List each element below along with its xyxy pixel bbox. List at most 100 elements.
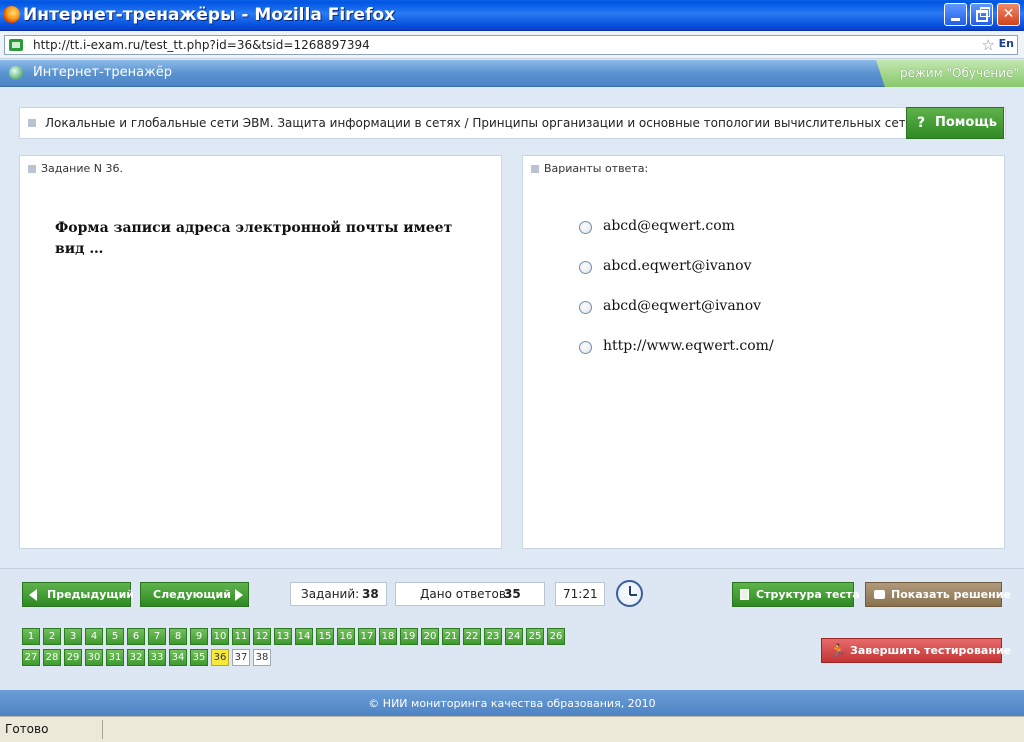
- question-nav-button[interactable]: 37: [232, 649, 250, 666]
- task-panel: Задание N 36. Форма записи адреса электр…: [19, 155, 502, 549]
- bookmark-star-icon[interactable]: ☆: [982, 36, 995, 54]
- answer-option-text: http://www.eqwert.com/: [603, 338, 774, 354]
- question-nav-button[interactable]: 26: [547, 628, 565, 645]
- tasks-count-value: 38: [362, 587, 379, 601]
- finish-test-label: Завершить тестирование: [850, 644, 1012, 657]
- topic-text: Локальные и глобальные сети ЭВМ. Защита …: [45, 116, 905, 130]
- question-nav-button[interactable]: 14: [295, 628, 313, 645]
- question-nav-button[interactable]: 7: [148, 628, 166, 645]
- question-nav-button[interactable]: 1: [22, 628, 40, 645]
- previous-button[interactable]: Предыдущий: [22, 582, 134, 607]
- copyright-text: © НИИ мониторинга качества образования, …: [368, 697, 656, 710]
- answers-header: Варианты ответа:: [531, 162, 648, 175]
- question-nav-button[interactable]: 4: [85, 628, 103, 645]
- test-structure-label: Структура теста: [756, 588, 860, 601]
- question-nav-button[interactable]: 35: [190, 649, 208, 666]
- bullet-icon: [28, 119, 36, 127]
- answers-header-text: Варианты ответа:: [544, 162, 649, 175]
- task-header: Задание N 36.: [28, 162, 123, 175]
- question-nav-button[interactable]: 23: [484, 628, 502, 645]
- close-button[interactable]: ✕: [997, 3, 1020, 26]
- status-text: Готово: [5, 722, 49, 736]
- radio-button[interactable]: [579, 221, 592, 234]
- document-icon: [740, 589, 749, 600]
- bullet-icon: [28, 165, 36, 173]
- radio-button[interactable]: [579, 301, 592, 314]
- next-button[interactable]: Следующий: [140, 582, 249, 607]
- radio-button[interactable]: [579, 341, 592, 354]
- question-nav-button[interactable]: 33: [148, 649, 166, 666]
- url-text: http://tt.i-exam.ru/test_tt.php?id=36&ts…: [33, 38, 370, 52]
- app-header: Интернет-тренажёр режим "Обучение": [0, 60, 1024, 87]
- window-titlebar: Интернет-тренажёры - Mozilla Firefox ✕: [0, 0, 1024, 31]
- app-title: Интернет-тренажёр: [33, 65, 173, 80]
- question-nav-button[interactable]: 32: [127, 649, 145, 666]
- question-nav-button[interactable]: 28: [43, 649, 61, 666]
- bullet-icon: [531, 165, 539, 173]
- question-nav-button[interactable]: 18: [379, 628, 397, 645]
- book-icon: [874, 590, 885, 599]
- question-nav-button[interactable]: 13: [274, 628, 292, 645]
- question-nav-button[interactable]: 11: [232, 628, 250, 645]
- question-nav-button[interactable]: 3: [64, 628, 82, 645]
- maximize-button[interactable]: [970, 3, 993, 26]
- timer-value: 71:21: [563, 587, 598, 601]
- mode-label: режим "Обучение": [900, 66, 1019, 80]
- url-field[interactable]: http://tt.i-exam.ru/test_tt.php?id=36&ts…: [4, 35, 1018, 55]
- question-nav-button[interactable]: 12: [253, 628, 271, 645]
- show-solution-button[interactable]: Показать решение: [865, 582, 1011, 607]
- timer-box: 71:21: [555, 582, 605, 606]
- question-nav-button[interactable]: 27: [22, 649, 40, 666]
- question-nav-button[interactable]: 31: [106, 649, 124, 666]
- answers-count-value: 35: [504, 587, 521, 601]
- tasks-count-box: Заданий: 38: [290, 582, 387, 606]
- firefox-icon: [3, 6, 20, 23]
- question-nav-button[interactable]: 17: [358, 628, 376, 645]
- answers-count-label: Дано ответов:: [420, 587, 510, 601]
- question-nav-button[interactable]: 2: [43, 628, 61, 645]
- test-structure-button[interactable]: Структура теста: [732, 582, 860, 607]
- answers-count-box: Дано ответов: 35: [395, 582, 545, 606]
- status-divider: [102, 720, 103, 739]
- language-indicator[interactable]: En: [999, 37, 1014, 50]
- minimize-button[interactable]: [944, 3, 967, 26]
- question-nav-button[interactable]: 25: [526, 628, 544, 645]
- question-nav-button[interactable]: 22: [463, 628, 481, 645]
- question-nav-button[interactable]: 15: [316, 628, 334, 645]
- arrow-left-icon: [29, 589, 37, 601]
- question-nav-button[interactable]: 9: [190, 628, 208, 645]
- arrow-right-icon: [235, 589, 243, 601]
- question-text: Форма записи адреса электронной почты им…: [55, 220, 453, 257]
- question-nav-button[interactable]: 34: [169, 649, 187, 666]
- tasks-count-label: Заданий:: [301, 587, 360, 601]
- task-header-text: Задание N 36.: [41, 162, 123, 175]
- question-nav-button[interactable]: 16: [337, 628, 355, 645]
- question-nav-button[interactable]: 19: [400, 628, 418, 645]
- help-button[interactable]: ? Помощь: [906, 107, 1004, 139]
- question-mark-icon: ?: [917, 115, 926, 131]
- question-nav-button[interactable]: 10: [211, 628, 229, 645]
- answers-panel: Варианты ответа: abcd@eqwert.com abcd.eq…: [522, 155, 1005, 549]
- question-nav-button[interactable]: 24: [505, 628, 523, 645]
- finish-test-button[interactable]: 🏃 Завершить тестирование: [821, 638, 1011, 663]
- app-logo-icon: [9, 66, 23, 80]
- mode-badge: режим "Обучение": [876, 60, 1024, 87]
- question-nav-button[interactable]: 38: [253, 649, 271, 666]
- question-nav-button[interactable]: 20: [421, 628, 439, 645]
- question-nav-button[interactable]: 5: [106, 628, 124, 645]
- topic-bar: Локальные и глобальные сети ЭВМ. Защита …: [19, 107, 1006, 139]
- clock-icon: [616, 580, 643, 607]
- browser-status-bar: Готово: [0, 716, 1024, 742]
- site-favicon-icon: [9, 39, 23, 51]
- question-nav-button[interactable]: 30: [85, 649, 103, 666]
- question-nav-button[interactable]: 36: [211, 649, 229, 666]
- answer-option-text: abcd.eqwert@ivanov: [603, 258, 752, 274]
- question-nav-button[interactable]: 21: [442, 628, 460, 645]
- question-nav-button[interactable]: 6: [127, 628, 145, 645]
- question-nav-button[interactable]: 8: [169, 628, 187, 645]
- radio-button[interactable]: [579, 261, 592, 274]
- question-nav-button[interactable]: 29: [64, 649, 82, 666]
- running-man-icon: 🏃: [830, 644, 847, 659]
- help-label: Помощь: [935, 115, 997, 130]
- next-label: Следующий: [153, 588, 231, 601]
